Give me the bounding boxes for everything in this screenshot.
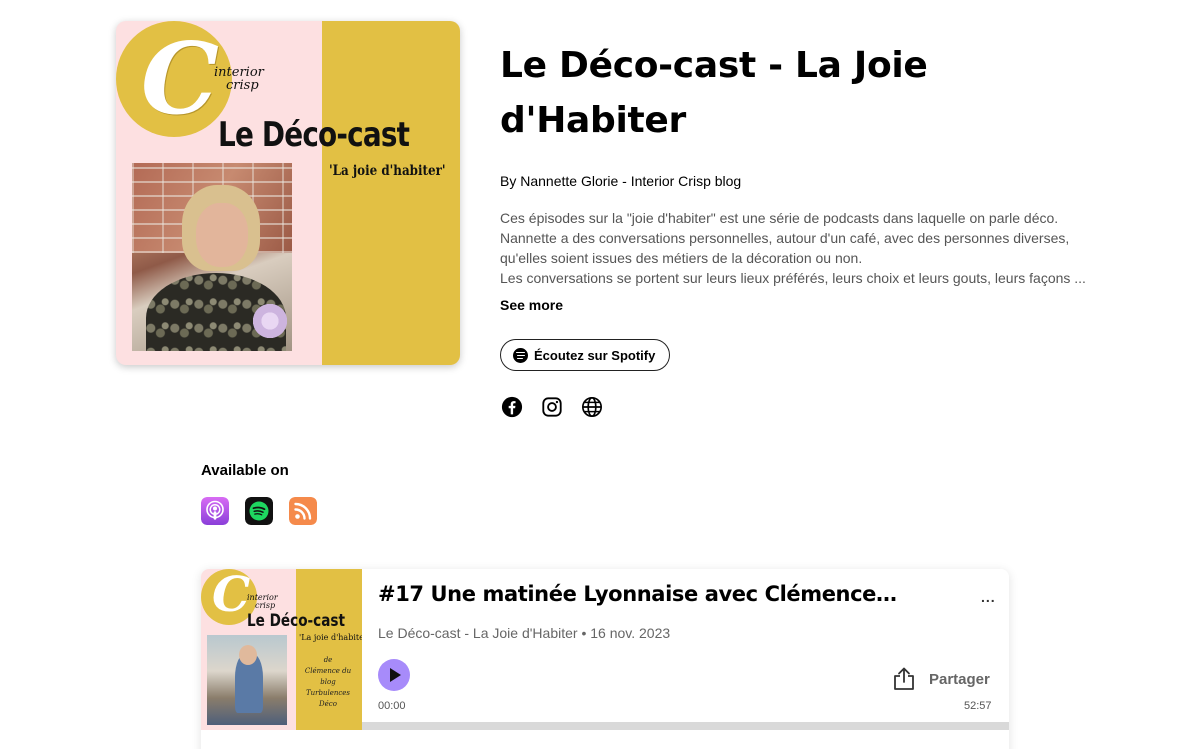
meta-separator: • xyxy=(581,625,587,641)
share-icon xyxy=(894,667,914,690)
cover-logo-letter: C xyxy=(141,22,219,137)
spotify-icon xyxy=(513,347,528,363)
listen-on-spotify-button[interactable]: Écoutez sur Spotify xyxy=(500,339,671,371)
cover-title: Le Déco-cast xyxy=(218,115,410,155)
episode-guest-photo xyxy=(207,635,287,725)
spotify-icon[interactable] xyxy=(245,497,273,525)
globe-icon[interactable] xyxy=(581,396,603,418)
episode-date: 16 nov. 2023 xyxy=(590,625,671,641)
episode-more-options-button[interactable]: ... xyxy=(981,589,996,605)
episode-title[interactable]: #17 Une matinée Lyonnaise avec Clémence … xyxy=(378,582,898,606)
episode-art-logo-letter: C xyxy=(212,569,251,623)
share-button[interactable]: Partager xyxy=(893,667,990,691)
episode-cover-art: C interior crisp Le Déco-cast 'La joie d'… xyxy=(201,569,362,730)
podcast-title: Le Déco-cast - La Joie d'Habiter xyxy=(500,45,928,141)
cover-subtitle: 'La joie d'habiter' xyxy=(329,163,446,179)
rss-icon[interactable] xyxy=(289,497,317,525)
episode-card[interactable]: C interior crisp Le Déco-cast 'La joie d'… xyxy=(201,569,1009,749)
episode-show-name[interactable]: Le Déco-cast - La Joie d'Habiter xyxy=(378,625,578,641)
episode-art-guest: de Clémence du blog Turbulences Déco xyxy=(304,656,352,708)
podcast-author: By Nannette Glorie - Interior Crisp blog xyxy=(500,173,742,189)
episode-art-subtitle: 'La joie d'habiter' xyxy=(299,633,362,642)
current-time: 00:00 xyxy=(378,700,406,712)
instagram-icon[interactable] xyxy=(541,396,563,418)
cover-host-photo xyxy=(132,163,292,351)
see-more-link[interactable]: See more xyxy=(500,297,563,313)
share-label: Partager xyxy=(929,670,990,688)
progress-bar[interactable] xyxy=(362,722,1009,730)
cover-brand-line2: crisp xyxy=(226,78,259,93)
listen-on-spotify-label: Écoutez sur Spotify xyxy=(534,347,656,363)
episode-meta: Le Déco-cast - La Joie d'Habiter • 16 no… xyxy=(378,625,670,641)
facebook-icon[interactable] xyxy=(501,396,523,418)
podcast-description: Ces épisodes sur la "joie d'habiter" est… xyxy=(500,210,1086,286)
cover-gold-panel xyxy=(322,21,460,365)
episode-art-title: Le Déco-cast xyxy=(247,611,346,631)
play-button[interactable] xyxy=(378,659,410,691)
podcast-cover-art: C interior crisp Le Déco-cast 'La joie d… xyxy=(116,21,460,365)
available-on-heading: Available on xyxy=(201,462,289,479)
total-duration: 52:57 xyxy=(964,700,992,712)
apple-podcasts-icon[interactable] xyxy=(201,497,229,525)
episode-art-brand: interior crisp xyxy=(247,593,278,610)
